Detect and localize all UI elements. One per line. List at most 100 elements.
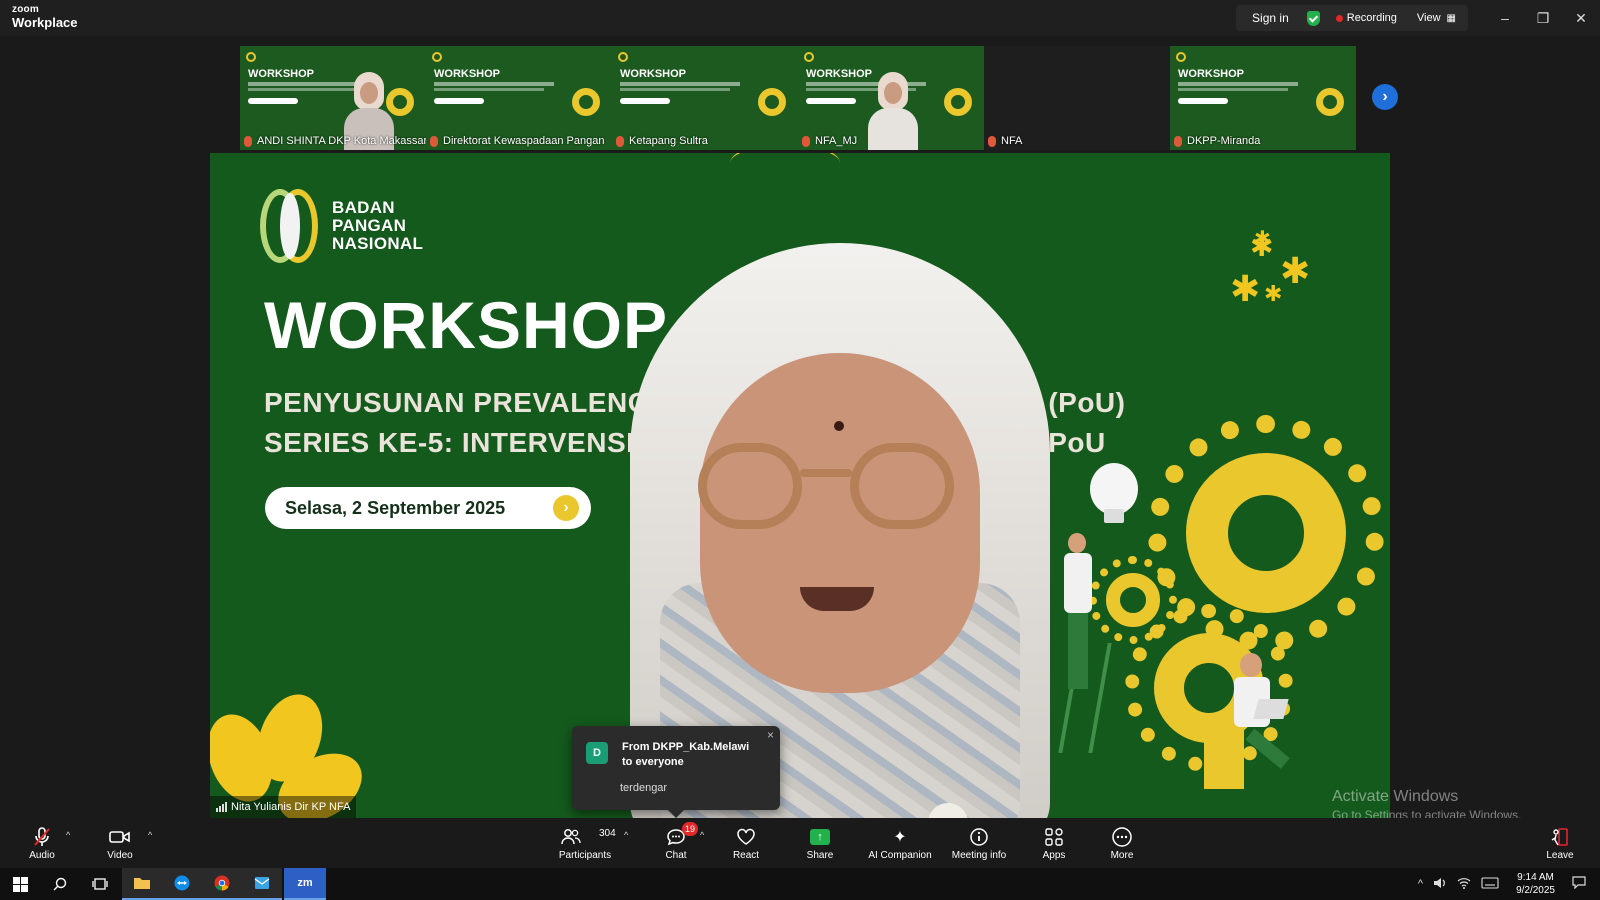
next-page-chevron-icon[interactable]: › [1372,84,1398,110]
mic-muted-icon [616,135,624,147]
logo-text: BADAN PANGAN NASIONAL [332,199,423,253]
thumbnail-slide-subtitle [620,82,740,86]
share-label: Share [806,849,834,861]
title-bar: zoom Workplace Sign in Recording View ▦ … [0,0,1600,36]
search-icon[interactable] [40,868,80,900]
thumbnail-slide-subtitle [434,88,544,91]
heart-icon [736,826,756,848]
minimize-button[interactable]: – [1486,0,1524,36]
close-window-button[interactable]: ✕ [1562,0,1600,36]
leave-button[interactable]: Leave [1540,818,1580,868]
mic-muted-icon [1174,135,1182,147]
participant-thumbnail[interactable]: WORKSHOP DKPP-Miranda [1170,46,1356,150]
teamviewer-icon[interactable] [162,868,202,900]
chat-button[interactable]: 19 Chat [656,818,698,868]
mic-muted-icon [244,135,252,147]
thumbnail-slide-subtitle [1178,88,1288,91]
restore-button[interactable]: ❐ [1524,0,1562,36]
mic-muted-icon [988,135,996,147]
outlook-icon[interactable] [242,868,282,900]
participants-count: 304 [599,827,616,839]
gear-icon [944,88,972,116]
gear-icon [1316,88,1344,116]
badan-pangan-logo: BADAN PANGAN NASIONAL [260,189,423,263]
audio-label: Audio [29,849,55,861]
eyeglasses-right [850,443,954,529]
windows-taskbar: zm ^ 9:14 AM 9/2/2025 [0,868,1600,900]
thumbnail-slide-title: WORKSHOP [620,68,686,80]
windows-start-icon[interactable] [0,868,40,900]
file-explorer-icon[interactable] [122,868,162,900]
network-icon[interactable] [1452,877,1476,892]
thumbnail-slide-date [1178,98,1228,104]
thumbnail-slide-title: WORKSHOP [248,68,314,80]
ai-companion-button[interactable]: ✦ AI Companion [864,818,936,868]
participants-options-caret-icon[interactable]: ^ [624,830,628,840]
view-button[interactable]: View [1411,12,1447,24]
task-view-icon[interactable] [80,868,120,900]
meeting-info-button[interactable]: Meeting info [946,818,1012,868]
slide-logo-icon [1176,52,1186,62]
meeting-toolbar: Audio ^ Video ^ 304 Participants ^ 19 Ch… [0,818,1600,868]
active-speaker-video[interactable]: BADAN PANGAN NASIONAL WORKSHOP PENYUSUNA… [210,153,1390,818]
thumbnail-slide-date [248,98,298,104]
system-tray: ^ 9:14 AM 9/2/2025 [1413,868,1600,900]
participant-thumbnail[interactable]: NFA [984,46,1170,150]
watermark-title: Activate Windows [1332,788,1459,805]
chat-sender: From DKPP_Kab.Melawi to everyone [622,741,750,768]
chrome-icon[interactable] [202,868,242,900]
participant-name: ANDI SHINTA DKP Kota Makassar [244,135,426,147]
meeting-status-pill: Sign in Recording View ▦ [1236,5,1468,31]
more-button[interactable]: More [1102,818,1142,868]
volume-icon[interactable] [1428,877,1452,892]
slide-logo-icon [246,52,256,62]
thumbnail-slide-subtitle [434,82,554,86]
encryption-shield-icon[interactable] [1306,10,1320,26]
participant-thumbnail[interactable]: WORKSHOP ANDI SHINTA DKP Kota Makassar [240,46,426,150]
active-speaker-name-tag: Nita Yulianis Dir KP NFA [210,796,357,818]
apps-grid-icon [1044,826,1064,848]
clock-date: 9/2/2025 [1516,885,1555,896]
notification-center-icon[interactable] [1567,876,1600,892]
chat-unread-badge: 19 [681,821,698,836]
slide-logo-icon [432,52,442,62]
chevron-up-icon[interactable]: ^ [1413,878,1428,890]
view-grid-icon[interactable]: ▦ [1447,13,1462,24]
keyboard-icon[interactable] [1476,876,1504,892]
participant-name-text: Ketapang Sultra [629,135,708,147]
audio-button[interactable]: Audio [22,818,62,868]
signal-bars-icon [216,802,227,812]
taskbar-clock[interactable]: 9:14 AM 9/2/2025 [1504,871,1567,897]
star-flower-icon: ✱ [1280,250,1311,291]
apps-button[interactable]: Apps [1034,818,1074,868]
sign-in-button[interactable]: Sign in [1242,11,1299,25]
slide-logo-icon [804,52,814,62]
share-button[interactable]: ↑ Share [800,818,840,868]
clock-time: 9:14 AM [1517,872,1554,883]
gear-icon [1186,453,1346,613]
participant-name: Direktorat Kewaspadaan Pangan [430,135,604,147]
mic-muted-icon [33,826,51,848]
gear-icon [758,88,786,116]
chat-bubble-icon: 19 [666,821,698,848]
recording-indicator[interactable]: Recording [1347,12,1411,24]
participant-thumbnail[interactable]: WORKSHOP Ketapang Sultra [612,46,798,150]
chat-notification-popup[interactable]: D From DKPP_Kab.Melawi to everyone terde… [572,726,780,818]
thumbnail-slide-subtitle [620,88,730,91]
video-button[interactable]: Video [100,818,140,868]
participants-button[interactable]: 304 Participants [552,818,618,868]
zoom-workplace-logo: zoom Workplace [12,5,78,30]
leave-label: Leave [1546,849,1574,861]
zoom-taskbar-icon[interactable]: zm [284,868,326,900]
participant-thumbnail[interactable]: WORKSHOP Direktorat Kewaspadaan Pangan [426,46,612,150]
react-button[interactable]: React [726,818,766,868]
participant-name: Ketapang Sultra [616,135,708,147]
video-options-caret-icon[interactable]: ^ [148,830,152,840]
person-with-laptop-illustration [1220,653,1300,803]
close-icon[interactable]: × [767,728,774,742]
chat-options-caret-icon[interactable]: ^ [700,830,704,840]
more-label: More [1110,849,1134,861]
audio-options-caret-icon[interactable]: ^ [66,830,70,840]
thumbnail-slide-title: WORKSHOP [806,68,872,80]
participant-thumbnail[interactable]: WORKSHOP NFA_MJ [798,46,984,150]
